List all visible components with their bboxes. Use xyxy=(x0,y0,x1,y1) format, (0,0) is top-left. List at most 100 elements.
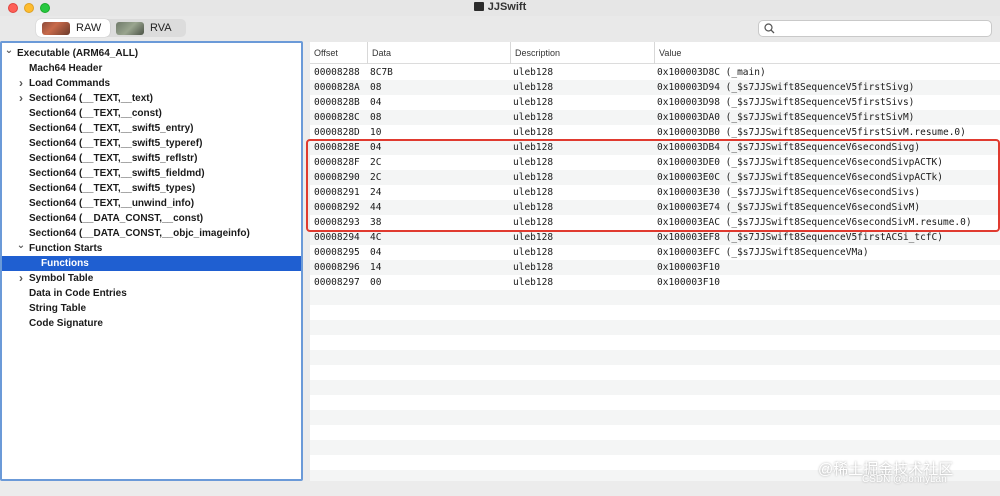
sidebar-item[interactable]: Section64 (__DATA_CONST,__const) xyxy=(2,211,301,226)
title-bar: JJSwift xyxy=(0,0,1000,16)
description-cell: uleb128 xyxy=(513,202,554,213)
offset-cell: 00008295 xyxy=(314,247,360,258)
offset-cell: 00008290 xyxy=(314,172,360,183)
sidebar-item[interactable]: Section64 (__TEXT,__const) xyxy=(2,106,301,121)
description-cell: uleb128 xyxy=(513,97,554,108)
disclosure-expanded-icon[interactable]: ⌄ xyxy=(4,46,14,61)
table-row[interactable]: 0000828F 2C uleb128 0x100003DE0 (_$s7JJSwif… xyxy=(310,155,1000,170)
offset-cell: 00008297 xyxy=(314,277,360,288)
sidebar-item[interactable]: Section64 (__TEXT,__unwind_info) xyxy=(2,196,301,211)
data-cell: 10 xyxy=(370,127,382,138)
table-row[interactable]: 00008290 2C uleb128 0x100003E0C (_$s7JJSwif… xyxy=(310,170,1000,185)
table-row[interactable]: 0000828D 10 uleb128 0x100003DB0 (_$s7JJSwif… xyxy=(310,125,1000,140)
rva-mode-button[interactable]: RVA xyxy=(110,19,178,37)
data-cell: 8C7B xyxy=(370,67,393,78)
table-row[interactable]: 00008291 24 uleb128 0x100003E30 (_$s7JJSwif… xyxy=(310,185,1000,200)
sidebar-item[interactable]: ⌄ Function Starts xyxy=(2,241,301,256)
sidebar-item[interactable]: Functions xyxy=(2,256,301,271)
window-title: JJSwift xyxy=(0,1,1000,13)
sidebar-item[interactable]: Section64 (__TEXT,__swift5_typeref) xyxy=(2,136,301,151)
data-table: Offset Data Description Value 00008288 8C… xyxy=(310,42,1000,485)
offset-cell: 0000828E xyxy=(314,142,360,153)
disclosure-collapsed-icon[interactable]: › xyxy=(16,271,26,286)
table-row[interactable]: 00008297 00 uleb128 0x100003F10 xyxy=(310,275,1000,290)
terminal-icon xyxy=(473,2,484,11)
sidebar-item[interactable]: Mach64 Header xyxy=(2,61,301,76)
offset-cell: 00008294 xyxy=(314,232,360,243)
raw-mode-label: RAW xyxy=(76,22,102,34)
sidebar-item[interactable]: Data in Code Entries xyxy=(2,286,301,301)
description-cell: uleb128 xyxy=(513,217,554,228)
disclosure-collapsed-icon[interactable]: › xyxy=(16,91,26,106)
sidebar-item[interactable]: Section64 (__TEXT,__swift5_reflstr) xyxy=(2,151,301,166)
column-header-offset[interactable]: Offset xyxy=(310,42,366,64)
disclosure-expanded-icon[interactable]: ⌄ xyxy=(16,241,26,256)
table-row[interactable]: 00008288 8C7B uleb128 0x100003D8C (_main) xyxy=(310,65,1000,80)
data-cell: 4C xyxy=(370,232,382,243)
table-row[interactable]: 00008295 04 uleb128 0x100003EFC (_$s7JJSwif… xyxy=(310,245,1000,260)
offset-cell: 0000828A xyxy=(314,82,360,93)
column-header-data[interactable]: Data xyxy=(367,42,509,64)
table-row-empty xyxy=(310,440,1000,455)
table-row-empty xyxy=(310,305,1000,320)
table-row[interactable]: 00008293 38 uleb128 0x100003EAC (_$s7JJSwif… xyxy=(310,215,1000,230)
sidebar-item-label: Section64 (__TEXT,__text) xyxy=(29,93,153,104)
data-cell: 04 xyxy=(370,97,382,108)
sidebar-item-label: Section64 (__TEXT,__swift5_reflstr) xyxy=(29,153,198,164)
table-row[interactable]: 0000828C 08 uleb128 0x100003DA0 (_$s7JJSwif… xyxy=(310,110,1000,125)
sidebar-item-label: Symbol Table xyxy=(29,273,94,284)
description-cell: uleb128 xyxy=(513,277,554,288)
search-input[interactable] xyxy=(758,20,992,37)
sidebar-item-label: Mach64 Header xyxy=(29,63,103,74)
sidebar-item-label: Section64 (__TEXT,__swift5_fieldmd) xyxy=(29,168,205,179)
sidebar-item-label: Section64 (__TEXT,__const) xyxy=(29,108,162,119)
description-cell: uleb128 xyxy=(513,142,554,153)
column-header-description[interactable]: Description xyxy=(510,42,653,64)
description-cell: uleb128 xyxy=(513,157,554,168)
data-cell: 44 xyxy=(370,202,382,213)
table-row[interactable]: 0000828E 04 uleb128 0x100003DB4 (_$s7JJSwif… xyxy=(310,140,1000,155)
table-body: 00008288 8C7B uleb128 0x100003D8C (_main) 00… xyxy=(310,65,1000,485)
sidebar-item[interactable]: › Section64 (__TEXT,__text) xyxy=(2,91,301,106)
sidebar-item[interactable]: › Symbol Table xyxy=(2,271,301,286)
sidebar-item-label: Code Signature xyxy=(29,318,103,329)
data-cell: 00 xyxy=(370,277,382,288)
description-cell: uleb128 xyxy=(513,247,554,258)
description-cell: uleb128 xyxy=(513,67,554,78)
sidebar-item[interactable]: Section64 (__TEXT,__swift5_types) xyxy=(2,181,301,196)
value-cell: 0x100003F10 xyxy=(657,262,720,273)
offset-cell: 00008291 xyxy=(314,187,360,198)
offset-cell: 00008293 xyxy=(314,217,360,228)
sidebar-item-label: Section64 (__TEXT,__unwind_info) xyxy=(29,198,195,209)
sidebar-item[interactable]: String Table xyxy=(2,301,301,316)
app-window: JJSwift RAW RVA ⌄ Executable (ARM64_ALL) M… xyxy=(0,0,1000,496)
window-title-text: JJSwift xyxy=(487,1,527,13)
table-row-empty xyxy=(310,365,1000,380)
raw-mode-button[interactable]: RAW xyxy=(36,19,110,37)
table-row[interactable]: 00008296 14 uleb128 0x100003F10 xyxy=(310,260,1000,275)
value-cell: 0x100003EFC (_$s7JJSwift8SequenceVMa) xyxy=(657,247,869,258)
column-header-value[interactable]: Value xyxy=(654,42,1000,64)
value-cell: 0x100003DE0 (_$s7JJSwift8SequenceV6secon… xyxy=(657,157,943,168)
sidebar-item[interactable]: Section64 (__DATA_CONST,__objc_imageinfo… xyxy=(2,226,301,241)
disclosure-collapsed-icon[interactable]: › xyxy=(16,76,26,91)
sidebar-item[interactable]: Code Signature xyxy=(2,316,301,331)
rva-thumbnail-icon xyxy=(116,21,144,35)
offset-cell: 0000828C xyxy=(314,112,360,123)
watermark-author: CSDN @JonnyLan xyxy=(862,474,947,485)
data-cell: 24 xyxy=(370,187,382,198)
sidebar-item[interactable]: Section64 (__TEXT,__swift5_entry) xyxy=(2,121,301,136)
sidebar-item[interactable]: Section64 (__TEXT,__swift5_fieldmd) xyxy=(2,166,301,181)
sidebar-item[interactable]: ⌄ Executable (ARM64_ALL) xyxy=(2,46,301,61)
data-cell: 2C xyxy=(370,157,382,168)
sidebar-item[interactable]: › Load Commands xyxy=(2,76,301,91)
sidebar-tree[interactable]: ⌄ Executable (ARM64_ALL) Mach64 Header › Loa… xyxy=(0,41,303,481)
description-cell: uleb128 xyxy=(513,82,554,93)
sidebar-item-label: Section64 (__TEXT,__swift5_entry) xyxy=(29,123,194,134)
table-row[interactable]: 00008292 44 uleb128 0x100003E74 (_$s7JJSwif… xyxy=(310,200,1000,215)
table-row[interactable]: 0000828B 04 uleb128 0x100003D98 (_$s7JJSwif… xyxy=(310,95,1000,110)
value-cell: 0x100003F10 xyxy=(657,277,720,288)
table-row[interactable]: 00008294 4C uleb128 0x100003EF8 (_$s7JJSwif… xyxy=(310,230,1000,245)
table-row[interactable]: 0000828A 08 uleb128 0x100003D94 (_$s7JJSwif… xyxy=(310,80,1000,95)
description-cell: uleb128 xyxy=(513,187,554,198)
